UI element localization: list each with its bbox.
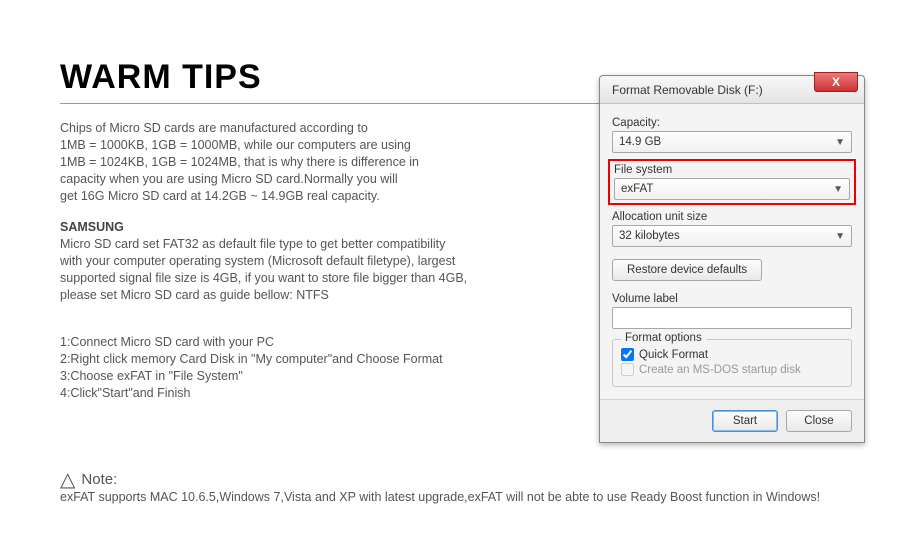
filesystem-highlight: File system exFAT ▼ (608, 159, 856, 205)
volume-input[interactable] (612, 307, 852, 329)
restore-defaults-button[interactable]: Restore device defaults (612, 259, 762, 281)
msdos-label: Create an MS-DOS startup disk (639, 364, 801, 376)
quick-format-label: Quick Format (639, 349, 708, 361)
filesystem-value: exFAT (621, 183, 653, 195)
allocation-value: 32 kilobytes (619, 230, 680, 242)
capacity-select[interactable]: 14.9 GB ▼ (612, 131, 852, 153)
filesystem-label: File system (614, 164, 850, 176)
allocation-select[interactable]: 32 kilobytes ▼ (612, 225, 852, 247)
close-button[interactable]: Close (786, 410, 852, 432)
format-options-group: Format options Quick Format Create an MS… (612, 339, 852, 387)
allocation-label: Allocation unit size (612, 211, 852, 223)
chevron-down-icon: ▼ (835, 137, 845, 148)
format-options-legend: Format options (621, 332, 706, 344)
msdos-input (621, 363, 634, 376)
close-icon[interactable]: X (814, 72, 858, 92)
msdos-checkbox: Create an MS-DOS startup disk (621, 363, 843, 376)
note-label: Note: (81, 471, 117, 488)
quick-format-input[interactable] (621, 348, 634, 361)
chevron-down-icon: ▼ (833, 184, 843, 195)
capacity-label: Capacity: (612, 117, 852, 129)
note-body: exFAT supports MAC 10.6.5,Windows 7,Vist… (60, 490, 860, 504)
triangle-icon: △ (60, 467, 75, 492)
format-dialog: Format Removable Disk (F:) X Capacity: 1… (599, 75, 865, 443)
quick-format-checkbox[interactable]: Quick Format (621, 348, 843, 361)
dialog-title: Format Removable Disk (F:) (612, 83, 763, 97)
start-button[interactable]: Start (712, 410, 778, 432)
dialog-titlebar[interactable]: Format Removable Disk (F:) X (600, 76, 864, 104)
note-heading: △ Note: (60, 465, 860, 490)
chevron-down-icon: ▼ (835, 231, 845, 242)
capacity-value: 14.9 GB (619, 136, 661, 148)
volume-label: Volume label (612, 293, 852, 305)
filesystem-select[interactable]: exFAT ▼ (614, 178, 850, 200)
